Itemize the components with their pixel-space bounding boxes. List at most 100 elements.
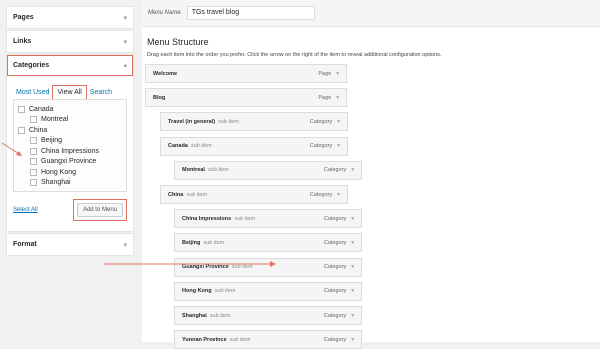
chevron-down-icon[interactable]: ▾ [123,14,127,22]
menu-item[interactable]: Beijing sub item Category ▾ [174,233,362,253]
menu-item-sub-label: sub item [209,312,231,319]
menu-item-sub-label: sub item [218,118,239,125]
chevron-down-icon[interactable]: ▾ [351,264,354,270]
menu-item[interactable]: Yunnan Province sub item Category ▾ [174,330,362,349]
format-section[interactable]: Format ▾ [6,233,134,256]
format-section-header[interactable]: Format ▾ [7,234,133,255]
tab-most-used[interactable]: Most Used [13,86,52,99]
menu-item-type: Page ▾ [318,71,339,77]
chevron-down-icon[interactable]: ▾ [351,167,354,173]
category-label: Guangxi Province [41,158,97,166]
menu-item[interactable]: Hong Kong sub item Category ▾ [174,281,362,301]
checkbox[interactable] [30,147,37,155]
menu-item-type-label: Category [323,288,347,295]
pages-section[interactable]: Pages ▾ [6,6,134,29]
menu-item-sub-label: sub item [207,167,229,174]
checkbox[interactable] [18,105,25,113]
menu-item-title: Welcome [153,70,178,77]
menu-item[interactable]: Travel (in general) sub item Category ▾ [160,112,348,132]
checkbox[interactable] [18,126,25,134]
menu-items-accordion: Pages ▾ Links ▾ Categories ▴ Most Used V… [6,6,134,257]
menu-name-input[interactable]: TGs travel blog [186,6,315,20]
category-checkbox-row[interactable]: Hong Kong [18,167,122,178]
menu-item[interactable]: Guangxi Province sub item Category ▾ [174,257,362,277]
menu-item[interactable]: Welcome Page ▾ [145,64,347,83]
menu-item-sub-label: sub item [214,288,236,295]
menu-item-type: Category ▾ [324,216,354,222]
menu-item-title: Hong Kong [182,288,212,295]
menu-item-type: Category ▾ [324,264,354,270]
menu-item-title: Canada [168,143,188,150]
menu-item-type: Category ▾ [310,119,340,125]
menu-editor: Menu Name TGs travel blog Menu Structure… [142,0,600,349]
links-section[interactable]: Links ▾ [6,30,134,53]
checkbox[interactable] [30,116,37,124]
menu-item-type: Category ▾ [324,288,354,294]
chevron-down-icon[interactable]: ▾ [351,313,354,319]
menu-item-label: Canada sub item [168,143,212,149]
menu-item[interactable]: China sub item Category ▾ [160,185,348,204]
menu-item-sub-label: sub item [203,239,225,246]
chevron-down-icon[interactable]: ▾ [337,143,340,149]
menu-item-title: Beijing [182,239,201,246]
menu-item-type: Category ▾ [324,167,354,173]
categories-section-title: Categories [13,61,50,69]
menu-item[interactable]: China Impressions sub item Category ▾ [174,209,362,229]
checkbox[interactable] [30,168,37,176]
menu-item-type: Category ▾ [310,143,340,149]
menu-item-label: Beijing sub item [182,240,224,246]
tab-view-all[interactable]: View All [52,85,87,99]
category-checkbox-row[interactable]: China Impressions [18,146,122,157]
menu-item-title: China Impressions [182,215,232,222]
chevron-down-icon[interactable]: ▾ [337,119,340,125]
menu-item-label: Travel (in general) sub item [168,119,239,125]
menu-item-type: Category ▾ [324,240,354,246]
checkbox[interactable] [30,137,37,145]
menu-item[interactable]: Blog Page ▾ [145,88,347,108]
menu-item-title: Travel (in general) [168,118,216,125]
menu-item-sub-label: sub item [231,264,253,271]
chevron-down-icon[interactable]: ▾ [351,240,354,246]
menu-item-type-label: Category [323,215,347,222]
chevron-down-icon[interactable]: ▾ [337,192,340,198]
category-checkbox-row[interactable]: China [18,125,122,136]
menu-item-label: Blog [153,95,165,101]
links-section-header[interactable]: Links ▾ [7,31,133,52]
menu-item-label: Guangxi Province sub item [182,264,253,270]
category-label: China Impressions [41,147,99,155]
menu-item[interactable]: Shanghai sub item Category ▾ [174,306,362,325]
chevron-down-icon[interactable]: ▾ [351,288,354,294]
format-section-title: Format [13,241,37,248]
checkbox[interactable] [30,158,37,166]
tab-search[interactable]: Search [87,86,115,99]
chevron-down-icon[interactable]: ▾ [123,38,127,46]
checkbox[interactable] [30,179,37,187]
category-checkbox-row[interactable]: Canada [18,104,122,115]
category-label: Hong Kong [41,168,77,176]
chevron-down-icon[interactable]: ▾ [351,216,354,222]
menu-item-sub-label: sub item [186,191,208,198]
menu-name-bar: Menu Name TGs travel blog [142,0,600,27]
category-checkbox-row[interactable]: Shanghai [18,178,122,189]
category-checkbox-row[interactable]: Guangxi Province [18,157,122,168]
select-all-link[interactable]: Select All [13,207,38,213]
category-checkbox-row[interactable]: Montreal [18,115,122,126]
chevron-down-icon[interactable]: ▾ [336,95,339,101]
chevron-down-icon[interactable]: ▾ [123,241,127,249]
chevron-down-icon[interactable]: ▾ [336,71,339,77]
menu-item[interactable]: Montreal sub item Category ▾ [174,160,362,180]
menu-item-type: Page ▾ [318,95,339,101]
menu-item[interactable]: Canada sub item Category ▾ [160,136,348,156]
category-checkbox-row[interactable]: Beijing [18,136,122,147]
menu-item-type: Category ▾ [324,313,354,319]
category-actions: Select All Add to Menu [13,199,127,221]
add-to-menu-button[interactable]: Add to Menu [76,203,123,217]
pages-section-header[interactable]: Pages ▾ [7,7,133,28]
menu-item-type: Category ▾ [310,192,340,198]
category-checklist[interactable]: Canada Montreal China Beijing China Impressi… [13,99,127,192]
chevron-up-icon[interactable]: ▴ [123,61,127,69]
categories-section-header[interactable]: Categories ▴ [7,55,133,76]
menu-structure-title: Menu Structure [147,37,209,47]
menu-item-sub-label: sub item [234,215,256,222]
links-section-title: Links [13,38,32,45]
